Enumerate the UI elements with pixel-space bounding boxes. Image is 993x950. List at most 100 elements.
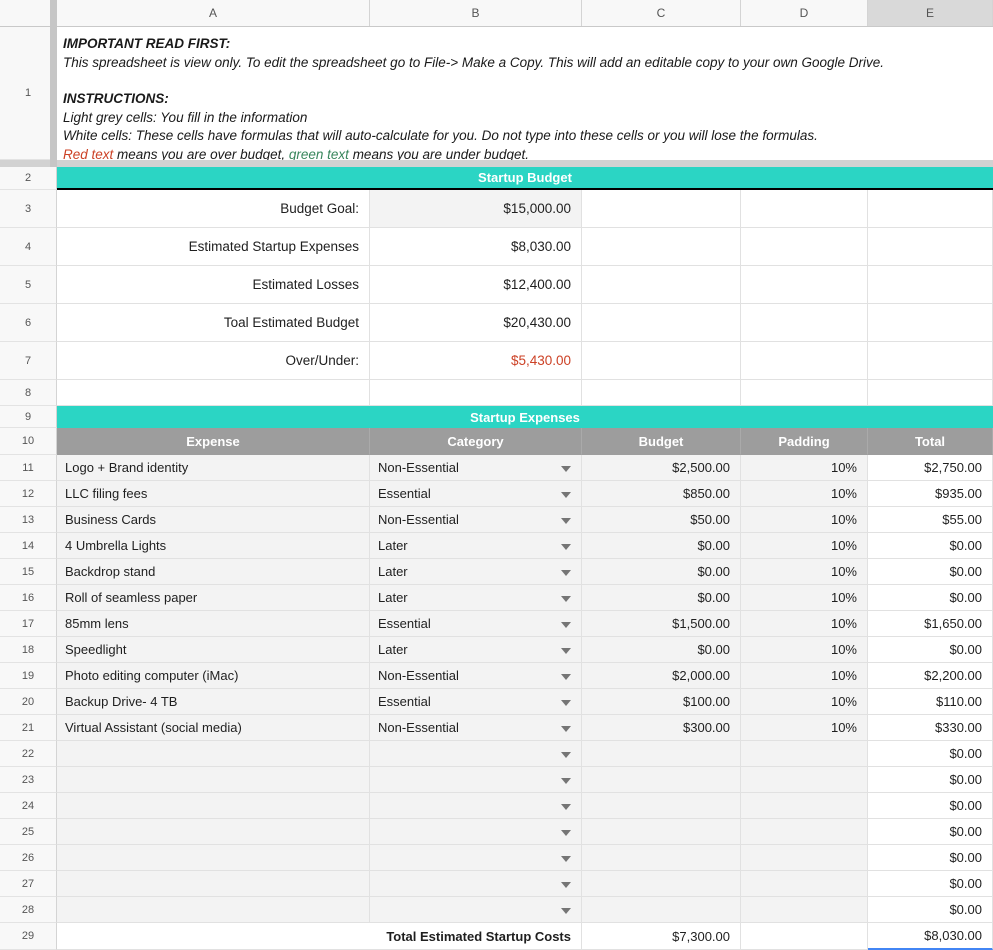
cell-padding[interactable] [741,767,868,793]
cell-budget[interactable]: $300.00 [582,715,741,741]
cell-category[interactable] [370,819,582,845]
cell-empty[interactable] [868,190,993,228]
dropdown-arrow-icon[interactable] [561,830,571,836]
cell-total[interactable]: $2,750.00 [868,455,993,481]
cell-empty[interactable] [582,342,741,380]
cell-expense[interactable]: LLC filing fees [57,481,370,507]
cell-empty[interactable] [582,304,741,342]
cell-empty[interactable] [582,228,741,266]
row-header-2[interactable]: 2 [0,167,57,190]
cell-expense[interactable] [57,897,370,923]
cell-expense[interactable]: 85mm lens [57,611,370,637]
cell-budget[interactable] [582,871,741,897]
cell-padding[interactable] [741,845,868,871]
dropdown-arrow-icon[interactable] [561,674,571,680]
dropdown-arrow-icon[interactable] [561,804,571,810]
startup-budget-banner[interactable]: Startup Budget [57,167,993,190]
cell-budget[interactable] [582,793,741,819]
cell-empty[interactable] [868,380,993,406]
cell-padding[interactable] [741,819,868,845]
cell-expense[interactable] [57,767,370,793]
header-budget[interactable]: Budget [582,428,741,455]
header-expense[interactable]: Expense [57,428,370,455]
header-category[interactable]: Category [370,428,582,455]
header-total[interactable]: Total [868,428,993,455]
cell-estimated-losses-label[interactable]: Estimated Losses [57,266,370,304]
cell-empty[interactable] [370,380,582,406]
cell-total[interactable]: $0.00 [868,741,993,767]
cell-total[interactable]: $0.00 [868,897,993,923]
cell-expense[interactable]: 4 Umbrella Lights [57,533,370,559]
row-header-9[interactable]: 9 [0,406,57,428]
dropdown-arrow-icon[interactable] [561,492,571,498]
row-header-18[interactable]: 18 [0,637,57,663]
row-header-20[interactable]: 20 [0,689,57,715]
column-header-d[interactable]: D [741,0,868,26]
dropdown-arrow-icon[interactable] [561,752,571,758]
cell-budget[interactable] [582,897,741,923]
cell-budget[interactable]: $850.00 [582,481,741,507]
cell-budget[interactable] [582,741,741,767]
dropdown-arrow-icon[interactable] [561,570,571,576]
cell-budget[interactable] [582,845,741,871]
cell-category[interactable] [370,767,582,793]
cell-total[interactable]: $0.00 [868,559,993,585]
row-header-22[interactable]: 22 [0,741,57,767]
cell-total-costs-label[interactable]: Total Estimated Startup Costs [57,923,582,950]
dropdown-arrow-icon[interactable] [561,466,571,472]
cell-empty[interactable] [868,266,993,304]
cell-over-under-label[interactable]: Over/Under: [57,342,370,380]
cell-expense[interactable]: Virtual Assistant (social media) [57,715,370,741]
frozen-row-divider[interactable] [0,160,993,167]
row-header-28[interactable]: 28 [0,897,57,923]
cell-padding[interactable]: 10% [741,559,868,585]
cell-category[interactable]: Later [370,559,582,585]
cell-total[interactable]: $55.00 [868,507,993,533]
cell-budget[interactable]: $2,000.00 [582,663,741,689]
cell-padding[interactable]: 10% [741,455,868,481]
cell-category[interactable] [370,871,582,897]
row-header-7[interactable]: 7 [0,342,57,380]
cell-padding[interactable] [741,897,868,923]
cell-estimated-expenses-value[interactable]: $8,030.00 [370,228,582,266]
cell-empty[interactable] [868,228,993,266]
cell-budget[interactable]: $0.00 [582,637,741,663]
cell-expense[interactable]: Photo editing computer (iMac) [57,663,370,689]
row-header-11[interactable]: 11 [0,455,57,481]
cell-total-budget-value[interactable]: $20,430.00 [370,304,582,342]
row-header-24[interactable]: 24 [0,793,57,819]
cell-padding[interactable]: 10% [741,689,868,715]
cell-total[interactable]: $0.00 [868,793,993,819]
startup-expenses-banner[interactable]: Startup Expenses [57,406,993,428]
row-header-13[interactable]: 13 [0,507,57,533]
cell-padding[interactable]: 10% [741,611,868,637]
cell-category[interactable]: Essential [370,481,582,507]
cell-total[interactable]: $1,650.00 [868,611,993,637]
cell-expense[interactable]: Backup Drive- 4 TB [57,689,370,715]
cell-budget[interactable] [582,767,741,793]
cell-category[interactable]: Non-Essential [370,663,582,689]
cell-total-sum-selected[interactable]: $8,030.00 [868,923,993,950]
cell-category[interactable]: Essential [370,689,582,715]
cell-padding[interactable]: 10% [741,507,868,533]
cell-total[interactable]: $0.00 [868,819,993,845]
corner-select-all[interactable] [0,0,57,26]
row-header-8[interactable]: 8 [0,380,57,406]
row-header-10[interactable]: 10 [0,428,57,455]
cell-padding[interactable] [741,871,868,897]
row-header-3[interactable]: 3 [0,190,57,228]
cell-empty[interactable] [741,190,868,228]
cell-padding[interactable]: 10% [741,585,868,611]
dropdown-arrow-icon[interactable] [561,622,571,628]
cell-expense[interactable] [57,845,370,871]
row-header-5[interactable]: 5 [0,266,57,304]
cell-empty[interactable] [741,380,868,406]
cell-padding[interactable]: 10% [741,481,868,507]
row-header-15[interactable]: 15 [0,559,57,585]
cell-total[interactable]: $110.00 [868,689,993,715]
cell-expense[interactable] [57,819,370,845]
cell-empty[interactable] [582,380,741,406]
dropdown-arrow-icon[interactable] [561,882,571,888]
cell-padding[interactable] [741,741,868,767]
cell-expense[interactable]: Speedlight [57,637,370,663]
